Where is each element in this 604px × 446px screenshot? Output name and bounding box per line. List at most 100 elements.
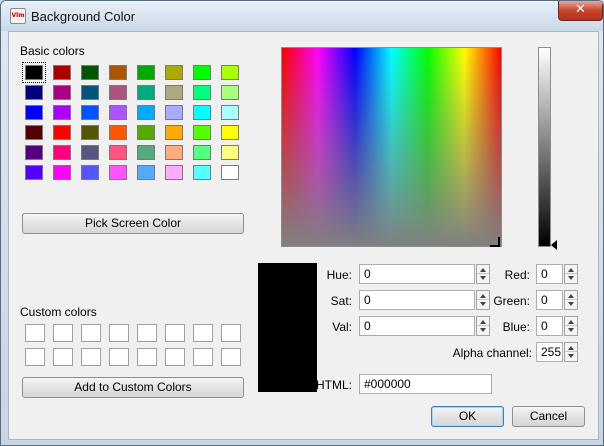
spin-up-icon[interactable]: [480, 294, 486, 298]
alpha-spinner[interactable]: [564, 342, 578, 362]
luminance-arrow-icon[interactable]: [551, 240, 557, 250]
basic-color-swatch[interactable]: [81, 145, 99, 160]
basic-color-swatch[interactable]: [53, 165, 71, 180]
basic-color-swatch[interactable]: [193, 145, 211, 160]
custom-color-swatch[interactable]: [193, 324, 213, 342]
basic-color-swatch[interactable]: [109, 105, 127, 120]
custom-color-swatch[interactable]: [137, 348, 157, 366]
basic-color-swatch[interactable]: [137, 85, 155, 100]
basic-color-swatch[interactable]: [109, 85, 127, 100]
sat-input[interactable]: 0: [359, 290, 475, 310]
spin-down-icon[interactable]: [568, 302, 574, 306]
green-input[interactable]: 0: [536, 290, 563, 310]
html-input[interactable]: #000000: [359, 374, 492, 394]
basic-color-swatch[interactable]: [109, 65, 127, 80]
basic-color-swatch[interactable]: [193, 125, 211, 140]
spin-up-icon[interactable]: [480, 320, 486, 324]
spin-up-icon[interactable]: [568, 346, 574, 350]
basic-color-swatch[interactable]: [53, 85, 71, 100]
close-button[interactable]: ✕: [558, 1, 603, 21]
basic-color-swatch[interactable]: [53, 145, 71, 160]
basic-color-swatch[interactable]: [165, 165, 183, 180]
custom-color-swatch[interactable]: [193, 348, 213, 366]
add-to-custom-colors-button[interactable]: Add to Custom Colors: [22, 377, 244, 398]
basic-color-swatch[interactable]: [165, 105, 183, 120]
basic-color-swatch[interactable]: [221, 125, 239, 140]
basic-color-swatch[interactable]: [81, 65, 99, 80]
pick-screen-color-button[interactable]: Pick Screen Color: [22, 213, 244, 234]
hue-input[interactable]: 0: [359, 264, 475, 284]
basic-color-swatch[interactable]: [25, 145, 43, 160]
basic-color-swatch[interactable]: [193, 85, 211, 100]
basic-color-swatch[interactable]: [53, 125, 71, 140]
spin-down-icon[interactable]: [568, 354, 574, 358]
custom-color-swatch[interactable]: [53, 348, 73, 366]
spin-down-icon[interactable]: [480, 276, 486, 280]
basic-color-swatch[interactable]: [137, 65, 155, 80]
green-spinner[interactable]: [564, 290, 578, 310]
ok-button[interactable]: OK: [431, 406, 504, 427]
custom-color-swatch[interactable]: [25, 324, 45, 342]
basic-color-swatch[interactable]: [25, 165, 43, 180]
basic-color-swatch[interactable]: [221, 105, 239, 120]
alpha-input[interactable]: 255: [536, 342, 563, 362]
basic-color-swatch[interactable]: [137, 105, 155, 120]
spin-up-icon[interactable]: [568, 294, 574, 298]
blue-input[interactable]: 0: [536, 316, 563, 336]
blue-spinner[interactable]: [564, 316, 578, 336]
basic-color-swatch[interactable]: [137, 145, 155, 160]
basic-color-swatch[interactable]: [221, 165, 239, 180]
basic-color-swatch[interactable]: [193, 65, 211, 80]
custom-color-swatch[interactable]: [165, 324, 185, 342]
basic-color-swatch[interactable]: [193, 105, 211, 120]
spin-down-icon[interactable]: [480, 328, 486, 332]
title-bar[interactable]: Vlm Background Color ✕: [1, 1, 603, 31]
custom-color-swatch[interactable]: [53, 324, 73, 342]
basic-color-swatch[interactable]: [81, 165, 99, 180]
basic-color-swatch[interactable]: [221, 85, 239, 100]
custom-color-swatch[interactable]: [137, 324, 157, 342]
spin-divider: [565, 299, 577, 300]
basic-color-swatch[interactable]: [165, 145, 183, 160]
red-spinner[interactable]: [564, 264, 578, 284]
basic-color-swatch[interactable]: [221, 65, 239, 80]
basic-color-swatch[interactable]: [193, 165, 211, 180]
basic-color-swatch[interactable]: [22, 62, 46, 83]
spin-down-icon[interactable]: [480, 302, 486, 306]
custom-color-swatch[interactable]: [221, 348, 241, 366]
basic-color-swatch[interactable]: [109, 125, 127, 140]
basic-color-swatch[interactable]: [25, 85, 43, 100]
basic-color-swatch[interactable]: [165, 125, 183, 140]
custom-color-swatch[interactable]: [165, 348, 185, 366]
basic-color-swatch[interactable]: [81, 105, 99, 120]
spin-down-icon[interactable]: [568, 328, 574, 332]
custom-color-swatch[interactable]: [109, 348, 129, 366]
hue-saturation-spectrum[interactable]: [281, 47, 502, 247]
spin-down-icon[interactable]: [568, 276, 574, 280]
basic-color-swatch[interactable]: [25, 125, 43, 140]
basic-color-swatch[interactable]: [53, 105, 71, 120]
custom-color-swatch[interactable]: [109, 324, 129, 342]
red-input[interactable]: 0: [536, 264, 563, 284]
custom-color-swatch[interactable]: [81, 348, 101, 366]
spin-up-icon[interactable]: [568, 320, 574, 324]
basic-color-swatch[interactable]: [137, 125, 155, 140]
basic-color-swatch[interactable]: [81, 85, 99, 100]
basic-color-swatch[interactable]: [165, 65, 183, 80]
spin-up-icon[interactable]: [480, 268, 486, 272]
spin-up-icon[interactable]: [568, 268, 574, 272]
custom-color-swatch[interactable]: [25, 348, 45, 366]
custom-color-swatch[interactable]: [221, 324, 241, 342]
custom-color-swatch[interactable]: [81, 324, 101, 342]
basic-color-swatch[interactable]: [53, 65, 71, 80]
cancel-button[interactable]: Cancel: [512, 406, 585, 427]
basic-color-swatch[interactable]: [221, 145, 239, 160]
basic-color-swatch[interactable]: [81, 125, 99, 140]
basic-color-swatch[interactable]: [109, 165, 127, 180]
basic-color-swatch[interactable]: [137, 165, 155, 180]
luminance-slider[interactable]: [538, 47, 551, 247]
basic-color-swatch[interactable]: [165, 85, 183, 100]
basic-color-swatch[interactable]: [25, 105, 43, 120]
basic-color-swatch[interactable]: [109, 145, 127, 160]
val-input[interactable]: 0: [359, 316, 475, 336]
